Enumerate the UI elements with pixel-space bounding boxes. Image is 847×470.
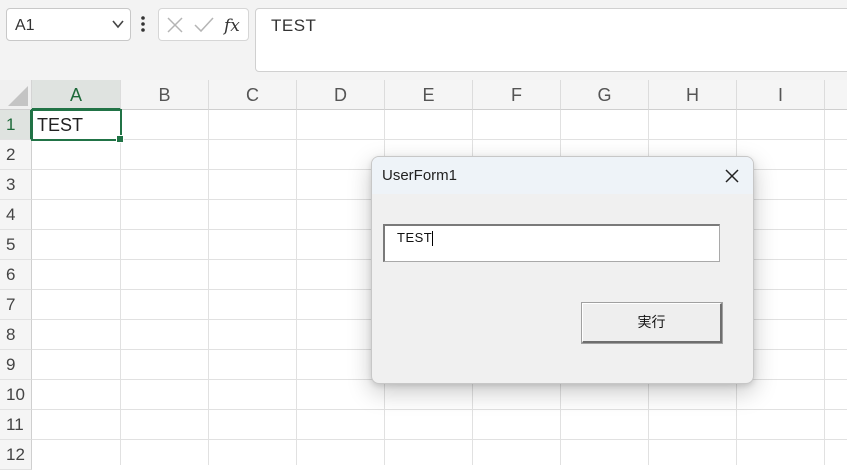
select-all-icon[interactable] [0,80,32,110]
column-header-f[interactable]: F [473,80,561,110]
column-header-partial[interactable] [825,80,847,110]
dialog-title-bar[interactable]: UserForm1 [372,157,753,194]
userform-dialog: UserForm1 TEST 実行 [371,156,754,384]
column-header-e[interactable]: E [385,80,473,110]
column-header-g[interactable]: G [561,80,649,110]
gridline [32,139,847,140]
row-header-6[interactable]: 6 [0,260,32,290]
row-header-10[interactable]: 10 [0,380,32,410]
gridline [32,409,847,410]
row-header-4[interactable]: 4 [0,200,32,230]
name-box[interactable]: A1 [6,8,131,41]
formula-controls: fx [158,8,249,41]
chevron-down-icon[interactable] [112,17,124,31]
cancel-icon[interactable] [166,16,184,34]
column-header-b[interactable]: B [121,80,209,110]
gridline [824,110,825,465]
svg-text:fx: fx [223,16,240,36]
row-header-2[interactable]: 2 [0,140,32,170]
gridline [32,439,847,440]
row-header-9[interactable]: 9 [0,350,32,380]
gridline [120,110,121,465]
column-header-h[interactable]: H [649,80,737,110]
row-header-12[interactable]: 12 [0,440,32,470]
fill-handle[interactable] [116,135,124,143]
fx-icon[interactable]: fx [223,14,245,36]
more-options-icon[interactable] [140,14,146,34]
textbox1[interactable]: TEST [383,224,720,262]
text-caret [432,231,433,246]
row-header-8[interactable]: 8 [0,320,32,350]
row-header-1[interactable]: 1 [0,110,32,140]
row-header-7[interactable]: 7 [0,290,32,320]
check-icon[interactable] [193,16,215,34]
textbox1-value: TEST [397,230,433,245]
column-header-c[interactable]: C [209,80,297,110]
column-header-d[interactable]: D [297,80,385,110]
run-button[interactable]: 実行 [581,302,723,344]
formula-input[interactable]: TEST [255,8,847,72]
close-icon[interactable] [719,163,745,189]
cell-a1-value: TEST [37,115,84,135]
row-header-11[interactable]: 11 [0,410,32,440]
column-header-a[interactable]: A [32,80,121,110]
cell-a1[interactable]: TEST [31,109,124,143]
dialog-title: UserForm1 [382,167,458,184]
gridline [208,110,209,465]
row-header-3[interactable]: 3 [0,170,32,200]
row-header-5[interactable]: 5 [0,230,32,260]
formula-value: TEST [271,16,317,35]
column-header-i[interactable]: I [737,80,825,110]
formula-bar: A1 fx TEST [0,0,847,80]
name-box-value: A1 [15,17,35,34]
gridline [296,110,297,465]
